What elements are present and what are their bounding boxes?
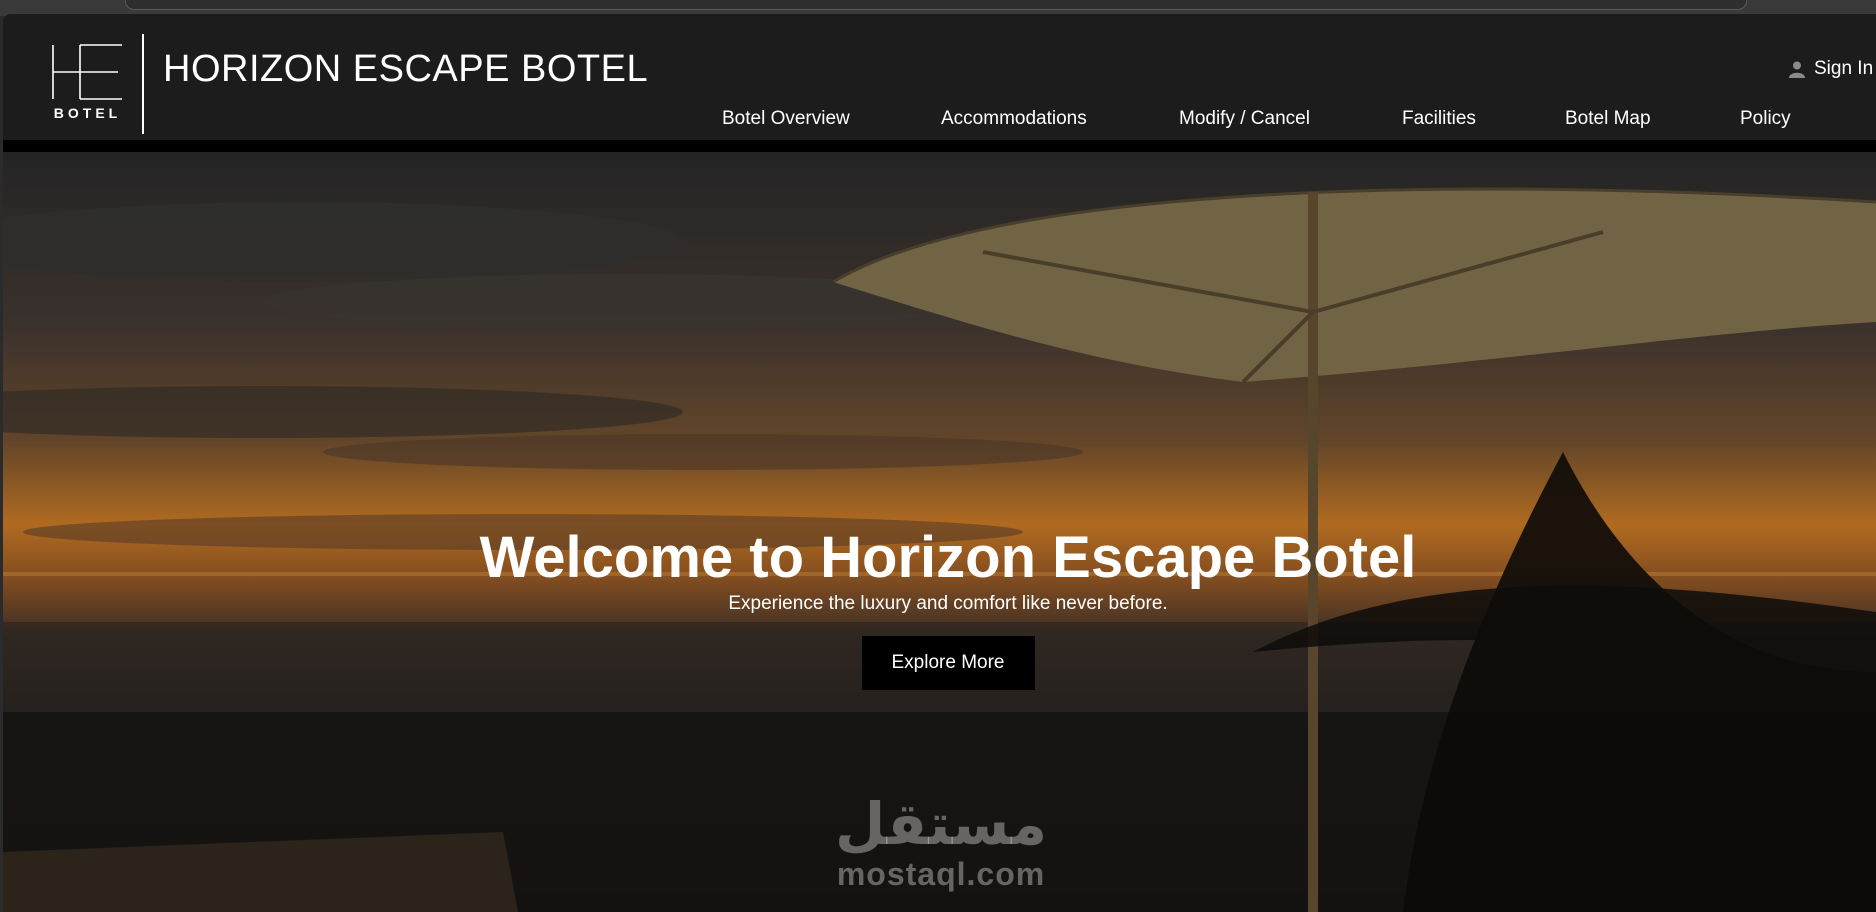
header-separator [3,140,1876,152]
nav-item-policy[interactable]: Policy [1740,108,1791,130]
sign-in-label: Sign In [1814,58,1874,79]
app-window: BOTEL HORIZON ESCAPE BOTEL Sign In Botel… [3,14,1876,912]
brand-title: HORIZON ESCAPE BOTEL [163,48,649,90]
nav-item-accommodations[interactable]: Accommodations [941,108,1087,130]
nav-item-botel-map[interactable]: Botel Map [1565,108,1651,130]
he-monogram-icon [52,44,122,100]
watermark-domain: mostaql.com [836,856,1046,892]
address-bar[interactable] [125,0,1747,10]
user-icon [1789,61,1805,78]
watermark: مستقل mostaql.com [821,792,1061,892]
nav-item-botel-overview[interactable]: Botel Overview [722,108,850,130]
main-nav: Botel Overview Accommodations Modify / C… [3,108,1876,138]
hero-content: Welcome to Horizon Escape Botel Experien… [3,524,1876,690]
nav-item-modify-cancel[interactable]: Modify / Cancel [1179,108,1310,130]
hero-section: Welcome to Horizon Escape Botel Experien… [3,152,1876,912]
explore-more-button[interactable]: Explore More [861,636,1035,690]
sign-in-link[interactable]: Sign In [1788,58,1873,80]
hero-title: Welcome to Horizon Escape Botel [479,525,1417,590]
nav-item-facilities[interactable]: Facilities [1402,108,1476,130]
hero-subtitle: Experience the luxury and comfort like n… [728,593,1168,614]
watermark-arabic: مستقل [834,790,1048,858]
